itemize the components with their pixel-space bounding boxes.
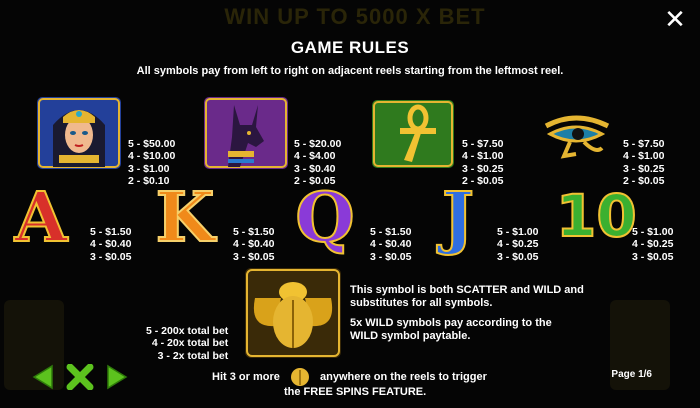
paytable-letter-a: 5 - $1.50 4 - $0.40 3 - $0.05	[90, 225, 132, 263]
eye-of-horus-icon	[544, 115, 610, 159]
letter-10-icon: 10	[555, 181, 638, 251]
free-spins-line-1: Hit 3 or more anywhere on the reels to t…	[212, 367, 487, 387]
next-page-button[interactable]	[106, 364, 128, 390]
paytable-letter-j: 5 - $1.00 4 - $0.25 3 - $0.05	[497, 225, 539, 263]
paytable-letter-q: 5 - $1.50 4 - $0.40 3 - $0.05	[370, 225, 412, 263]
rules-subtitle: All symbols pay from left to right on ad…	[136, 65, 564, 77]
ankh-icon	[372, 100, 454, 168]
scarab-small-icon	[290, 368, 309, 386]
letter-k-icon: K	[154, 177, 215, 259]
paytable-letter-k: 5 - $1.50 4 - $0.40 3 - $0.05	[233, 225, 275, 263]
letter-a-icon: A	[14, 177, 69, 259]
close-icon[interactable]: ✕	[664, 6, 686, 32]
close-rules-button[interactable]	[66, 364, 94, 390]
anubis-icon	[204, 97, 288, 169]
page-indicator: Page 1/6	[611, 369, 652, 380]
scarab-icon	[245, 268, 341, 358]
paytable-letter-10: 5 - $1.00 4 - $0.25 3 - $0.05	[632, 225, 674, 263]
cleopatra-icon	[37, 97, 121, 169]
letter-j-icon: J	[441, 177, 475, 259]
wild-description: 5x WILD symbols pay according to the WILD…	[350, 317, 552, 342]
letter-q-icon: Q	[294, 177, 355, 259]
free-spins-line-2: the FREE SPINS FEATURE.	[284, 386, 427, 398]
paytable-scarab: 5 - 200x total bet 4 - 20x total bet 3 - 2…	[146, 324, 229, 362]
prev-page-button[interactable]	[32, 364, 54, 390]
page-title: GAME RULES	[290, 38, 410, 57]
background-banner: WIN UP TO 5000 X BET	[224, 4, 486, 29]
scatter-description: This symbol is both SCATTER and WILD and…	[350, 284, 584, 309]
